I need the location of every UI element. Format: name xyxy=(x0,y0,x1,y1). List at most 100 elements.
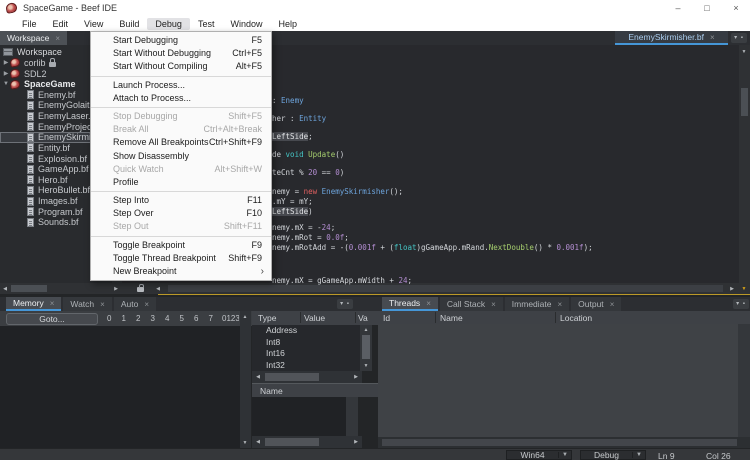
config-dropdown[interactable]: Debug ▼ xyxy=(580,450,646,460)
menu-item-start-without-compiling[interactable]: Start Without CompilingAlt+F5 xyxy=(91,60,271,73)
type-row-int16[interactable]: Int16 xyxy=(252,348,360,360)
scroll-right-icon[interactable]: ▶ xyxy=(351,373,361,381)
menu-item-launch-process[interactable]: Launch Process... xyxy=(91,79,271,92)
menu-item-stop-debugging[interactable]: Stop DebuggingShift+F5 xyxy=(91,110,271,123)
scroll-right-icon[interactable]: ▶ xyxy=(351,438,361,446)
scrollbar-thumb[interactable] xyxy=(362,335,370,359)
menu-item-label: Start Without Compiling xyxy=(113,61,208,71)
tab-watch[interactable]: Watch× xyxy=(63,297,111,311)
menu-item-remove-all-breakpoints[interactable]: Remove All BreakpointsCtrl+Shift+F9 xyxy=(91,136,271,149)
threads-hscrollbar[interactable] xyxy=(378,437,750,448)
tab-overflow-button[interactable]: ▾ ▪ xyxy=(731,33,747,43)
menu-item-step-over[interactable]: Step OverF10 xyxy=(91,207,271,220)
menu-item-shortcut: F9 xyxy=(251,239,262,252)
scrollbar-thumb[interactable] xyxy=(741,88,748,116)
menu-item-attach-to-process[interactable]: Attach to Process... xyxy=(91,92,271,105)
menubar-item-test[interactable]: Test xyxy=(190,18,223,30)
name-list[interactable] xyxy=(252,397,346,436)
scroll-left-icon[interactable]: ◀ xyxy=(253,373,263,381)
scroll-down-icon[interactable]: ▼ xyxy=(240,439,250,447)
scroll-right-icon[interactable]: ▶ xyxy=(111,285,121,293)
menubar-item-debug[interactable]: Debug xyxy=(147,18,190,30)
menubar-item-edit[interactable]: Edit xyxy=(45,18,77,30)
memory-column-header: 3 xyxy=(151,314,155,323)
type-row-address[interactable]: Address xyxy=(252,325,360,337)
tab-memory[interactable]: Memory× xyxy=(6,297,61,311)
type-row-int8[interactable]: Int8 xyxy=(252,337,360,349)
scrollbar-thumb[interactable] xyxy=(265,373,319,381)
menu-item-step-into[interactable]: Step IntoF11 xyxy=(91,194,271,207)
scroll-left-icon[interactable]: ◀ xyxy=(253,438,263,446)
menu-item-toggle-thread-breakpoint[interactable]: Toggle Thread BreakpointShift+F9 xyxy=(91,252,271,265)
memory-vscrollbar[interactable]: ▲ ▼ xyxy=(240,311,251,448)
close-icon[interactable]: × xyxy=(557,300,562,309)
scroll-right-icon[interactable]: ▶ xyxy=(727,285,737,293)
editor-hscrollbar[interactable]: ◀ ▶ xyxy=(122,283,739,294)
tab-threads[interactable]: Threads× xyxy=(382,297,438,311)
close-button[interactable]: × xyxy=(728,2,744,15)
tab-overflow-button[interactable]: ▾ ▪ xyxy=(337,299,353,309)
type-list-vscrollbar[interactable]: ▲ ▼ xyxy=(360,325,372,371)
menubar-item-build[interactable]: Build xyxy=(111,18,147,30)
scroll-down-icon[interactable]: ▼ xyxy=(361,362,371,370)
menu-item-show-disassembly[interactable]: Show Disassembly xyxy=(91,150,271,163)
menu-item-label: Start Debugging xyxy=(113,35,178,45)
menubar-item-file[interactable]: File xyxy=(14,18,45,30)
scrollbar-thumb[interactable] xyxy=(265,438,319,446)
scroll-down-icon[interactable]: ▼ xyxy=(739,285,749,293)
close-icon[interactable]: × xyxy=(426,299,431,308)
close-icon[interactable]: × xyxy=(55,34,60,43)
close-icon[interactable]: × xyxy=(50,299,55,308)
tree-collapsed-icon[interactable]: ▶ xyxy=(2,59,10,66)
close-icon[interactable]: × xyxy=(610,300,615,309)
editor-vscrollbar[interactable]: ▼ ▼ xyxy=(739,45,750,294)
menu-item-start-debugging[interactable]: Start DebuggingF5 xyxy=(91,34,271,47)
type-row-int32[interactable]: Int32 xyxy=(252,360,360,372)
name-list-vscrollbar[interactable] xyxy=(346,397,358,436)
menubar-item-view[interactable]: View xyxy=(76,18,111,30)
scroll-down-icon[interactable]: ▼ xyxy=(739,48,749,56)
scroll-left-icon[interactable]: ◀ xyxy=(153,285,163,293)
scroll-up-icon[interactable]: ▲ xyxy=(361,326,371,334)
tree-expanded-icon[interactable]: ▼ xyxy=(2,81,10,87)
tab-auto[interactable]: Auto× xyxy=(114,297,156,311)
minimize-button[interactable]: – xyxy=(670,2,686,15)
memory-content[interactable] xyxy=(0,326,240,448)
menu-item-step-out[interactable]: Step OutShift+F11 xyxy=(91,220,271,233)
tab-output[interactable]: Output× xyxy=(571,297,621,311)
scrollbar-thumb[interactable] xyxy=(382,439,737,446)
menubar-item-window[interactable]: Window xyxy=(222,18,270,30)
tree-collapsed-icon[interactable]: ▶ xyxy=(2,70,10,77)
tab-enemyskirmisher-bf[interactable]: EnemySkirmisher.bf × xyxy=(615,31,728,45)
close-icon[interactable]: × xyxy=(144,300,149,309)
platform-dropdown[interactable]: Win64 ▼ xyxy=(506,450,572,460)
scroll-left-icon[interactable]: ◀ xyxy=(0,285,10,293)
goto-button[interactable]: Goto... xyxy=(6,313,98,325)
close-icon[interactable]: × xyxy=(491,300,496,309)
menu-item-toggle-breakpoint[interactable]: Toggle BreakpointF9 xyxy=(91,239,271,252)
threads-vscrollbar[interactable] xyxy=(738,324,750,437)
menu-item-start-without-debugging[interactable]: Start Without DebuggingCtrl+F5 xyxy=(91,47,271,60)
menu-item-profile[interactable]: Profile xyxy=(91,176,271,189)
scrollbar-thumb[interactable] xyxy=(168,285,723,292)
workspace-hscrollbar[interactable]: ◀ ▶ xyxy=(0,283,122,294)
close-icon[interactable]: × xyxy=(100,300,105,309)
menu-item-break-all[interactable]: Break AllCtrl+Alt+Break xyxy=(91,123,271,136)
menubar-item-help[interactable]: Help xyxy=(270,18,305,30)
scroll-up-icon[interactable]: ▲ xyxy=(240,313,250,321)
tab-workspace[interactable]: Workspace × xyxy=(0,31,67,45)
name-list-hscrollbar[interactable]: ◀ ▶ xyxy=(252,436,362,448)
project-icon xyxy=(9,79,20,90)
close-icon[interactable]: × xyxy=(710,33,715,42)
tab-immediate[interactable]: Immediate× xyxy=(505,297,569,311)
tab-call-stack[interactable]: Call Stack× xyxy=(440,297,503,311)
scrollbar-thumb[interactable] xyxy=(11,285,47,292)
column-header-value: Value xyxy=(304,313,325,323)
code-line: .mY = mY; xyxy=(272,197,313,206)
type-list-hscrollbar[interactable]: ◀ ▶ xyxy=(252,371,362,383)
maximize-button[interactable]: □ xyxy=(699,2,715,15)
threads-content[interactable] xyxy=(378,324,738,437)
menu-item-quick-watch[interactable]: Quick WatchAlt+Shift+W xyxy=(91,163,271,176)
menu-item-new-breakpoint[interactable]: New Breakpoint› xyxy=(91,265,271,278)
tab-overflow-button[interactable]: ▾ ▪ xyxy=(733,299,749,309)
